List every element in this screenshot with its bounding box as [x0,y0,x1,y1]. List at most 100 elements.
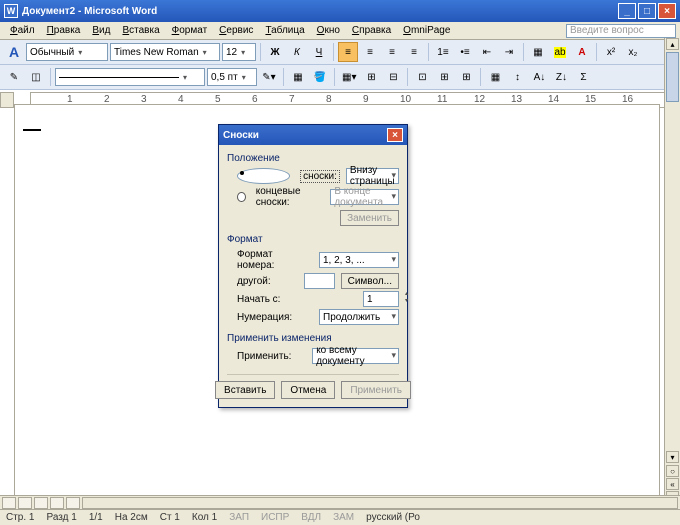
numbered-list-button[interactable]: 1≡ [433,42,453,62]
maximize-button[interactable]: □ [638,3,656,19]
number-format-dropdown[interactable]: 1, 2, 3, ... [319,252,399,268]
title-bar: W Документ2 - Microsoft Word _ □ × [0,0,680,22]
symbol-button[interactable]: Символ... [341,273,399,289]
scroll-up-button[interactable]: ▴ [666,38,679,50]
bold-button[interactable]: Ж [265,42,285,62]
insert-button[interactable]: Вставить [215,381,275,399]
style-dropdown[interactable]: Обычный▾ [26,43,108,61]
status-col: Кол 1 [192,512,217,523]
align-right-button[interactable]: ≡ [382,42,402,62]
footnotes-radio-label[interactable]: сноски: [300,170,340,183]
font-color-button[interactable]: A [572,42,592,62]
decrease-indent-button[interactable]: ⇤ [477,42,497,62]
sort-desc-button[interactable]: Z↓ [551,67,571,87]
horizontal-scrollbar[interactable] [82,497,678,509]
status-trk[interactable]: ИСПР [261,512,289,523]
line-width-dropdown[interactable]: 0,5 пт▾ [207,68,257,86]
draw-table-button[interactable]: ✎ [4,67,24,87]
dialog-close-button[interactable]: × [387,128,403,142]
menu-window[interactable]: Окно [311,24,346,37]
font-size-dropdown[interactable]: 12▾ [222,43,256,61]
distribute-rows-button[interactable]: ⊞ [434,67,454,87]
section-apply-label: Применить изменения [227,333,399,344]
borders-button[interactable]: ▦ [528,42,548,62]
menu-tools[interactable]: Сервис [213,24,259,37]
footnotes-dialog: Сноски × Положение сноски: Внизу страниц… [218,124,408,408]
menu-omnipage[interactable]: OmniPage [397,24,456,37]
status-page: Стр. 1 [6,512,34,523]
status-rec[interactable]: ЗАП [229,512,249,523]
menu-format[interactable]: Формат [166,24,214,37]
menu-insert[interactable]: Вставка [116,24,165,37]
underline-button[interactable]: Ч [309,42,329,62]
section-position-label: Положение [227,153,399,164]
endnotes-radio[interactable] [237,192,246,202]
italic-button[interactable]: К [287,42,307,62]
menu-edit[interactable]: Правка [41,24,87,37]
align-cells-button[interactable]: ⊡ [412,67,432,87]
scroll-thumb[interactable] [666,52,679,102]
normal-view-button[interactable] [2,497,16,509]
formatting-toolbar: A Обычный▾ Times New Roman▾ 12▾ Ж К Ч ≡ … [0,40,680,65]
status-at: На 2см [115,512,148,523]
menu-table[interactable]: Таблица [259,24,310,37]
vertical-scrollbar[interactable]: ▴ ▾ ○ « » [664,38,680,503]
font-dropdown[interactable]: Times New Roman▾ [110,43,220,61]
scroll-down-button[interactable]: ▾ [666,451,679,463]
help-search-input[interactable]: Введите вопрос [566,24,676,38]
print-view-button[interactable] [34,497,48,509]
window-title: Документ2 - Microsoft Word [22,6,157,17]
superscript-button[interactable]: x² [601,42,621,62]
align-center-button[interactable]: ≡ [360,42,380,62]
outline-view-button[interactable] [50,497,64,509]
style-value: Обычный [30,47,74,58]
text-direction-button[interactable]: ↕ [507,67,527,87]
status-language[interactable]: русский (Ро [366,512,420,523]
status-ext[interactable]: ВДЛ [301,512,321,523]
status-pages: 1/1 [89,512,103,523]
apply-to-dropdown[interactable]: ко всему документу [312,348,399,364]
dialog-titlebar[interactable]: Сноски × [219,125,407,145]
font-value: Times New Roman [114,47,199,58]
eraser-button[interactable]: ◫ [26,67,46,87]
sort-asc-button[interactable]: A↓ [529,67,549,87]
line-style-dropdown[interactable]: ▾ [55,68,205,86]
browse-object-button[interactable]: ○ [666,465,679,477]
split-cells-button[interactable]: ⊟ [383,67,403,87]
minimize-button[interactable]: _ [618,3,636,19]
menu-help[interactable]: Справка [346,24,397,37]
endnotes-radio-label[interactable]: концевые сноски: [256,186,325,208]
increase-indent-button[interactable]: ⇥ [499,42,519,62]
numbering-dropdown[interactable]: Продолжить [319,309,399,325]
highlight-button[interactable]: ab [550,42,570,62]
web-view-button[interactable] [18,497,32,509]
cancel-button[interactable]: Отмена [281,381,335,399]
app-icon: W [4,4,18,18]
outside-border-button[interactable]: ▦ [288,67,308,87]
numbering-label: Нумерация: [237,312,309,323]
prev-page-button[interactable]: « [666,478,679,490]
align-left-button[interactable]: ≡ [338,42,358,62]
distribute-cols-button[interactable]: ⊞ [456,67,476,87]
insert-table-button[interactable]: ▦▾ [339,67,359,87]
autoformat-button[interactable]: ▦ [485,67,505,87]
styles-pane-button[interactable]: A [4,42,24,62]
merge-cells-button[interactable]: ⊞ [361,67,381,87]
custom-mark-input[interactable] [304,273,334,289]
reading-view-button[interactable] [66,497,80,509]
subscript-button[interactable]: x₂ [623,42,643,62]
autosum-button[interactable]: Σ [573,67,593,87]
border-color-button[interactable]: ✎▾ [259,67,279,87]
tab-selector[interactable] [0,92,14,108]
close-button[interactable]: × [658,3,676,19]
menu-file[interactable]: Файл [4,24,41,37]
menu-view[interactable]: Вид [86,24,116,37]
footnote-location-dropdown[interactable]: Внизу страницы [346,168,399,184]
footnotes-radio[interactable] [237,168,290,184]
number-format-label: Формат номера: [237,249,309,271]
bulleted-list-button[interactable]: •≡ [455,42,475,62]
status-ovr[interactable]: ЗАМ [333,512,354,523]
justify-button[interactable]: ≡ [404,42,424,62]
shading-color-button[interactable]: 🪣 [310,67,330,87]
start-at-input[interactable]: 1 [363,291,399,307]
